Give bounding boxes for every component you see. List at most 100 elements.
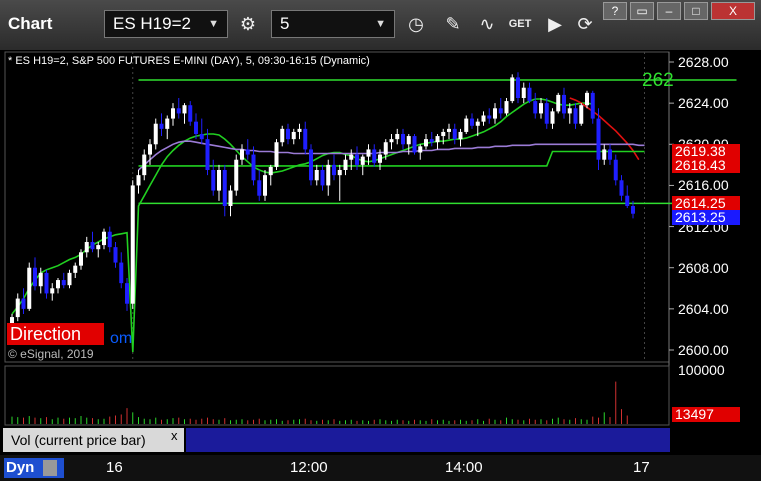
candle-body bbox=[585, 92, 589, 106]
candle-body bbox=[113, 247, 118, 263]
candle-body bbox=[447, 128, 451, 132]
x-tick-label: 12:00 bbox=[290, 459, 328, 476]
candle-body bbox=[332, 164, 336, 176]
candle-body bbox=[401, 134, 405, 145]
candle-body bbox=[337, 170, 342, 176]
candle-body bbox=[217, 170, 221, 191]
candle-body bbox=[119, 262, 124, 284]
chart-subtitle: * ES H19=2, S&P 500 FUTURES E-MINI (DAY)… bbox=[8, 55, 370, 67]
candle-body bbox=[596, 118, 601, 160]
candle-body bbox=[567, 108, 572, 114]
candle-body bbox=[27, 267, 32, 309]
volume-tab-strip bbox=[186, 428, 670, 452]
candle-body bbox=[251, 154, 256, 181]
candle-body bbox=[228, 190, 233, 206]
close-icon[interactable]: x bbox=[171, 428, 178, 443]
partial-link-text[interactable]: om bbox=[110, 330, 132, 348]
candle-body bbox=[182, 105, 187, 114]
candle-body bbox=[349, 154, 354, 160]
candle-body bbox=[50, 288, 55, 294]
candle-body bbox=[562, 94, 566, 114]
candle-body bbox=[205, 139, 210, 170]
candle-body bbox=[79, 252, 83, 266]
candle-body bbox=[539, 103, 543, 114]
candle-body bbox=[590, 92, 595, 119]
volume-tab[interactable]: Vol (current price bar) bbox=[3, 428, 184, 452]
candle-body bbox=[291, 131, 296, 140]
candle-body bbox=[326, 164, 331, 186]
candle-body bbox=[309, 149, 313, 181]
candle-body bbox=[188, 105, 193, 122]
candle-body bbox=[148, 144, 152, 155]
candle-body bbox=[199, 134, 204, 140]
candle-body bbox=[493, 108, 497, 119]
series-line-green_avg bbox=[11, 98, 593, 353]
candle-body bbox=[130, 185, 135, 304]
candle-body bbox=[631, 206, 635, 214]
candle-body bbox=[96, 245, 101, 250]
candle-body bbox=[619, 180, 624, 196]
candle-body bbox=[475, 121, 480, 126]
lock-icon bbox=[42, 460, 57, 477]
candle-body bbox=[44, 272, 49, 294]
candle-body bbox=[366, 149, 371, 157]
candle-body bbox=[38, 272, 43, 287]
candle-body bbox=[383, 142, 388, 155]
candle-body bbox=[435, 136, 440, 143]
candle-body bbox=[67, 272, 72, 286]
candle-body bbox=[33, 267, 37, 287]
candle-body bbox=[412, 136, 417, 153]
candle-body bbox=[136, 175, 141, 186]
volume-panel-frame bbox=[4, 365, 670, 426]
dynamic-button[interactable]: Dyn bbox=[4, 458, 64, 478]
candle-body bbox=[125, 283, 129, 304]
candle-body bbox=[378, 154, 382, 163]
candle-body bbox=[521, 87, 526, 98]
candle-body bbox=[360, 156, 365, 165]
candle-body bbox=[61, 280, 66, 286]
candle-body bbox=[15, 298, 20, 318]
copyright-text: © eSignal, 2019 bbox=[8, 347, 94, 361]
y-tick-label: 2600.00 bbox=[678, 342, 729, 358]
candle-body bbox=[286, 128, 290, 140]
candle-body bbox=[550, 111, 555, 124]
y-tick-label: 2608.00 bbox=[678, 259, 729, 276]
candle-body bbox=[320, 170, 325, 186]
candle-body bbox=[533, 101, 538, 114]
candle-body bbox=[464, 118, 469, 132]
candle-body bbox=[613, 159, 618, 181]
candle-body bbox=[498, 108, 503, 114]
candle-body bbox=[314, 170, 319, 181]
candle-body bbox=[355, 154, 359, 165]
candle-body bbox=[406, 136, 411, 145]
volume-current-tag: 13497 bbox=[672, 407, 740, 422]
candle-body bbox=[102, 231, 106, 246]
candle-body bbox=[556, 94, 561, 112]
level-line-label: 262 bbox=[642, 70, 674, 91]
volume-top-tick: 100000 bbox=[678, 362, 725, 378]
candle-body bbox=[194, 121, 198, 134]
series-line-flat_green bbox=[138, 150, 645, 167]
y-tick-label: 2624.00 bbox=[678, 95, 729, 112]
candle-body bbox=[602, 149, 607, 160]
candle-body bbox=[263, 175, 267, 196]
y-tick-label: 2628.00 bbox=[678, 54, 729, 70]
candle-body bbox=[142, 154, 147, 176]
candle-body bbox=[21, 298, 26, 309]
candle-body bbox=[389, 139, 394, 143]
candle-body bbox=[222, 170, 227, 206]
candle-body bbox=[234, 159, 239, 191]
price-panel-frame bbox=[4, 51, 670, 363]
direction-label: Direction bbox=[7, 323, 104, 345]
candle-body bbox=[159, 123, 164, 129]
candle-body bbox=[441, 131, 446, 137]
candle-body bbox=[257, 180, 262, 196]
price-tag: 2618.43 bbox=[672, 157, 740, 173]
candle-body bbox=[608, 149, 612, 160]
candle-body bbox=[56, 280, 60, 289]
price-tag: 2613.25 bbox=[672, 210, 740, 226]
candle-body bbox=[625, 195, 630, 206]
candle-body bbox=[527, 87, 532, 102]
candle-body bbox=[343, 159, 348, 170]
candle-body bbox=[544, 103, 549, 124]
